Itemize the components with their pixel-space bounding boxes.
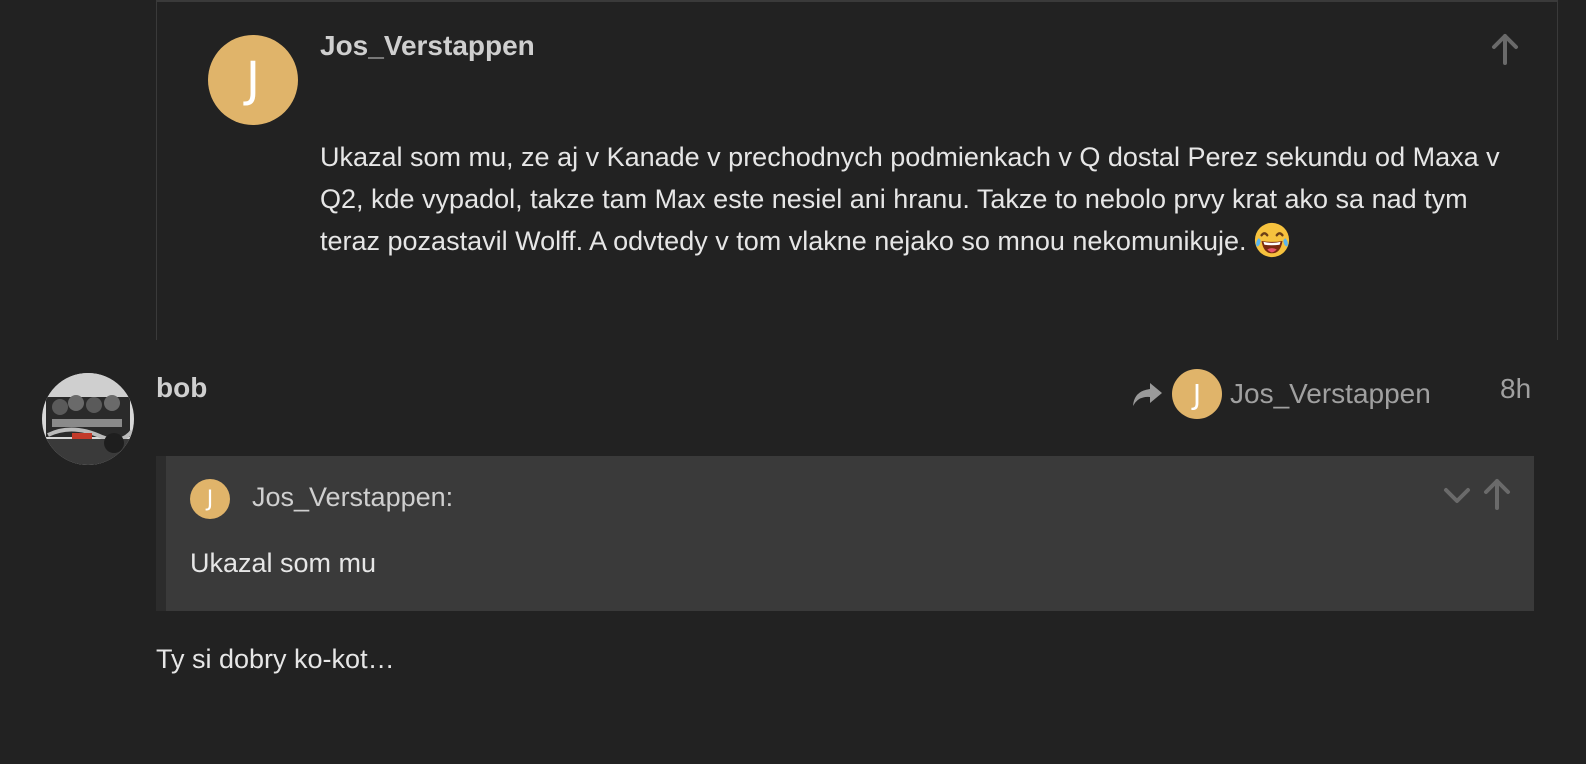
quote-author-avatar: J xyxy=(190,479,230,519)
arrow-up-icon[interactable] xyxy=(1490,33,1520,65)
reply-arrow-icon xyxy=(1133,383,1162,406)
post-author-avatar[interactable] xyxy=(42,373,134,465)
embedded-author-avatar[interactable]: J xyxy=(208,35,298,125)
reply-to-link[interactable]: J Jos_Verstappen xyxy=(1130,368,1431,420)
laughing-tears-emoji-icon xyxy=(1254,222,1289,257)
embedded-author-name[interactable]: Jos_Verstappen xyxy=(320,30,535,62)
embedded-post-text: Ukazal som mu, ze aj v Kanade v prechodn… xyxy=(320,142,1500,256)
engine-photo-avatar-icon xyxy=(42,373,134,465)
quote-text: Ukazal som mu xyxy=(190,548,377,578)
reply-to-username: Jos_Verstappen xyxy=(1230,378,1431,409)
quote-author-name: Jos_Verstappen: xyxy=(252,482,454,512)
quote-avatar-letter: J xyxy=(206,486,214,512)
post-body: Ty si dobry ko-kot… xyxy=(156,644,395,674)
embedded-post-body: Ukazal som mu, ze aj v Kanade v prechodn… xyxy=(320,136,1530,262)
arrow-up-icon[interactable] xyxy=(1482,478,1512,510)
quote-block xyxy=(156,456,1534,611)
post-author-name[interactable]: bob xyxy=(156,372,207,404)
chevron-down-icon[interactable] xyxy=(1442,480,1472,510)
post-date[interactable]: 8h xyxy=(1500,373,1531,405)
reply-to-avatar: J xyxy=(1172,369,1222,419)
embedded-avatar-letter: J xyxy=(245,52,261,108)
reply-to-avatar-letter: J xyxy=(1192,377,1202,411)
